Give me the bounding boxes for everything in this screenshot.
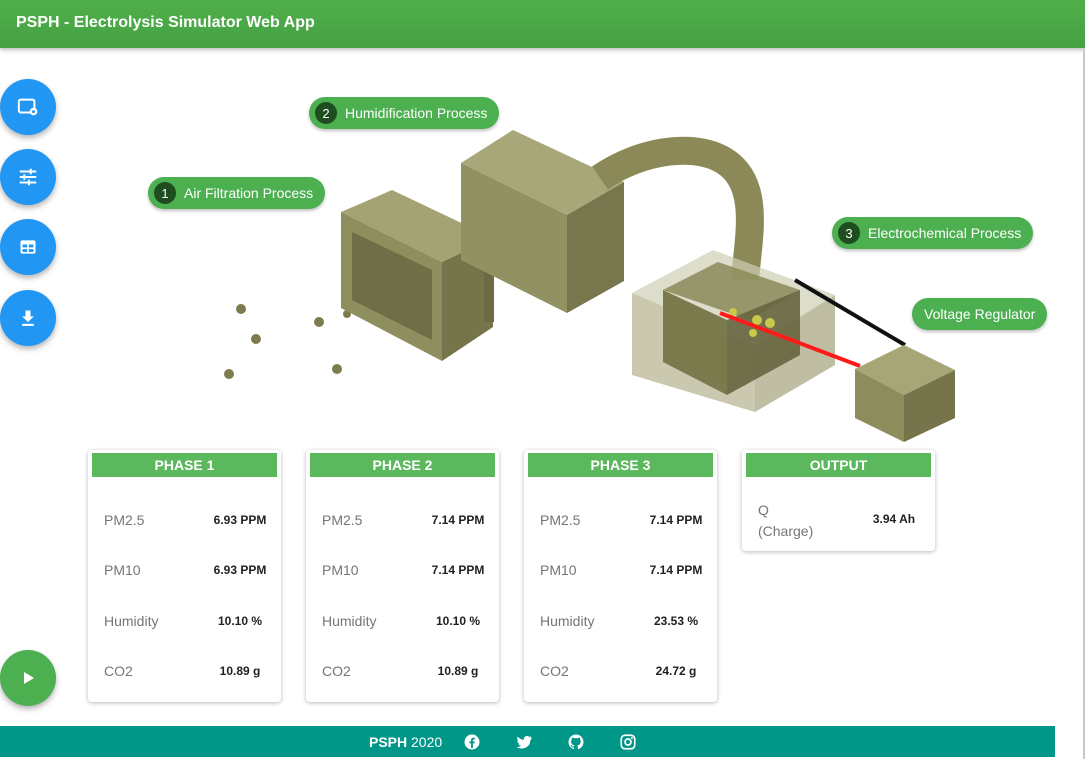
phase-3-card: PHASE 3 PM2.5 7.14 PPM PM10 7.14 PPM Humid… <box>524 450 717 702</box>
metric-label: Humidity <box>104 613 159 629</box>
brand-name: PSPH <box>369 734 408 750</box>
github-icon[interactable] <box>567 733 585 751</box>
metric-value: 6.93 PPM <box>213 563 267 577</box>
metric-value: 10.89 g <box>219 664 261 678</box>
app-title: PSPH - Electrolysis Simulator Web App <box>16 14 315 31</box>
chip-electrochemical: 3 Electrochemical Process <box>832 217 1034 249</box>
output-value: 3.94 Ah <box>872 512 916 526</box>
metric-label: PM10 <box>540 562 577 578</box>
facebook-icon[interactable] <box>463 733 481 751</box>
app-bar: PSPH - Electrolysis Simulator Web App <box>0 0 1085 48</box>
dust-particles <box>224 304 351 379</box>
step-number: 1 <box>154 182 176 204</box>
metric-value: 7.14 PPM <box>431 513 485 527</box>
step-number: 2 <box>315 102 337 124</box>
twitter-icon[interactable] <box>515 733 533 751</box>
metric-value: 24.72 g <box>655 664 697 678</box>
chip-voltage-regulator: Voltage Regulator <box>912 298 1048 330</box>
metric-value: 7.14 PPM <box>431 563 485 577</box>
metric-label: CO2 <box>104 663 133 679</box>
chip-air-filtration: 1 Air Filtration Process <box>148 177 326 209</box>
chip-label: Voltage Regulator <box>924 306 1036 322</box>
metric-value: 23.53 % <box>653 614 699 628</box>
metric-value: 10.89 g <box>437 664 479 678</box>
output-card: OUTPUT Q (Charge) 3.94 Ah <box>742 450 935 551</box>
metric-label: PM10 <box>322 562 359 578</box>
card-title: PHASE 3 <box>528 453 713 477</box>
metric-label: Humidity <box>540 613 595 629</box>
step-number: 3 <box>838 222 860 244</box>
output-label: Q <box>758 502 769 518</box>
output-label-unit: (Charge) <box>758 523 814 539</box>
metric-label: PM2.5 <box>104 512 145 528</box>
phase-2-card: PHASE 2 PM2.5 7.14 PPM PM10 7.14 PPM Humid… <box>306 450 499 702</box>
chip-label: Air Filtration Process <box>184 185 314 201</box>
brand-year: 2020 <box>411 734 443 750</box>
metric-label: PM2.5 <box>540 512 581 528</box>
metric-label: CO2 <box>322 663 351 679</box>
electrolysis-cell <box>632 250 835 412</box>
card-title: OUTPUT <box>746 453 931 477</box>
play-icon <box>24 672 34 684</box>
metric-value: 10.10 % <box>217 614 263 628</box>
phase-1-card: PHASE 1 PM2.5 6.93 PPM PM10 6.93 PPM Humid… <box>88 450 281 702</box>
metric-value: 7.14 PPM <box>649 563 703 577</box>
metric-value: 6.93 PPM <box>213 513 267 527</box>
metric-label: PM2.5 <box>322 512 363 528</box>
instagram-icon[interactable] <box>619 733 637 751</box>
card-title: PHASE 1 <box>92 453 277 477</box>
run-simulation-button[interactable] <box>0 650 56 706</box>
footer: PSPH 2020 <box>0 726 1055 757</box>
metric-label: PM10 <box>104 562 141 578</box>
metric-value: 7.14 PPM <box>649 513 703 527</box>
chip-humidification: 2 Humidification Process <box>309 97 500 129</box>
chip-label: Humidification Process <box>345 105 488 121</box>
metric-value: 10.10 % <box>435 614 481 628</box>
footer-brand: PSPH 2020 <box>369 734 442 750</box>
chip-label: Electrochemical Process <box>868 225 1022 241</box>
card-title: PHASE 2 <box>310 453 495 477</box>
voltage-regulator-box <box>855 345 955 442</box>
metric-label: Humidity <box>322 613 377 629</box>
metric-label: CO2 <box>540 663 569 679</box>
